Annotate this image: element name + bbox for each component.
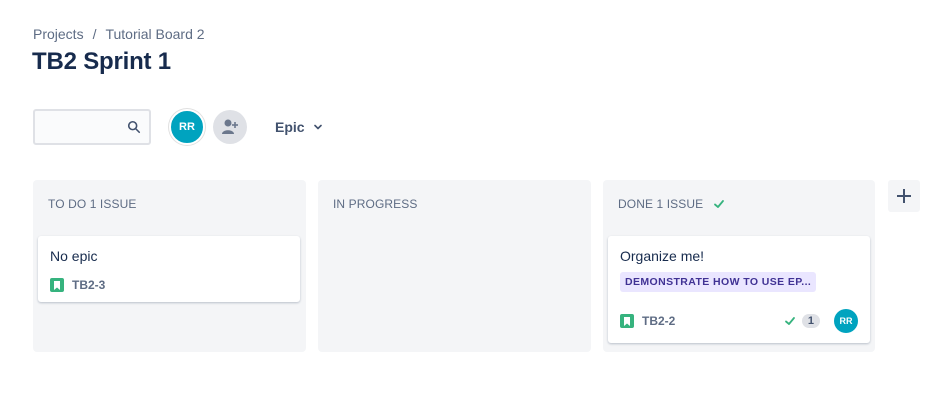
- breadcrumb: Projects / Tutorial Board 2: [33, 26, 205, 42]
- column-title: IN PROGRESS: [333, 197, 418, 211]
- search-icon: [127, 120, 141, 134]
- issue-meta: TB2-3: [50, 278, 288, 292]
- column-in-progress: IN PROGRESS: [318, 180, 591, 352]
- epic-filter-dropdown[interactable]: Epic: [271, 113, 327, 141]
- issue-card-tb2-3[interactable]: No epic TB2-3: [38, 236, 300, 302]
- column-done: DONE 1 ISSUE Organize me! DEMONSTRATE HO…: [603, 180, 875, 352]
- breadcrumb-board[interactable]: Tutorial Board 2: [105, 26, 204, 42]
- breadcrumb-projects[interactable]: Projects: [33, 26, 84, 42]
- epic-lozenge: DEMONSTRATE HOW TO USE EP...: [620, 272, 817, 292]
- board-page: Projects / Tutorial Board 2 TB2 Sprint 1…: [0, 0, 936, 402]
- add-person-icon: [222, 119, 238, 134]
- issue-card-tb2-2[interactable]: Organize me! DEMONSTRATE HOW TO USE EP..…: [608, 236, 870, 343]
- avatar[interactable]: RR: [169, 109, 205, 145]
- add-person-button[interactable]: [213, 110, 247, 144]
- chevron-down-icon: [313, 124, 322, 130]
- issue-status-group: 1 RR: [784, 309, 858, 333]
- assignee-avatar[interactable]: RR: [834, 309, 858, 333]
- avatar-initials: RR: [179, 121, 195, 133]
- story-icon: [620, 314, 634, 328]
- check-icon: [714, 200, 725, 208]
- done-check-icon: [784, 317, 795, 325]
- issue-meta: TB2-2 1 RR: [620, 309, 858, 333]
- board-columns: TO DO 1 ISSUE No epic TB2-3 IN PROGRESS …: [33, 180, 875, 352]
- column-header-done: DONE 1 ISSUE: [618, 197, 725, 211]
- column-todo: TO DO 1 ISSUE No epic TB2-3: [33, 180, 306, 352]
- add-column-button[interactable]: [888, 180, 920, 212]
- issue-key[interactable]: TB2-2: [642, 314, 675, 328]
- search-input[interactable]: [35, 111, 125, 143]
- issue-key[interactable]: TB2-3: [72, 278, 105, 292]
- issue-summary: Organize me!: [620, 248, 705, 264]
- column-header-todo: TO DO 1 ISSUE: [48, 197, 136, 211]
- epic-filter-label: Epic: [275, 119, 305, 135]
- search-box[interactable]: [33, 109, 151, 145]
- column-title: TO DO 1 ISSUE: [48, 197, 137, 211]
- column-title: DONE 1 ISSUE: [618, 197, 704, 211]
- plus-icon: [897, 189, 911, 203]
- story-icon: [50, 278, 64, 292]
- toolbar: RR Epic: [33, 107, 327, 147]
- column-header-in-progress: IN PROGRESS: [333, 197, 417, 211]
- subtask-count-badge: 1: [801, 314, 820, 328]
- issue-summary: No epic: [50, 248, 98, 264]
- breadcrumb-separator: /: [92, 26, 97, 42]
- page-title: TB2 Sprint 1: [32, 48, 171, 75]
